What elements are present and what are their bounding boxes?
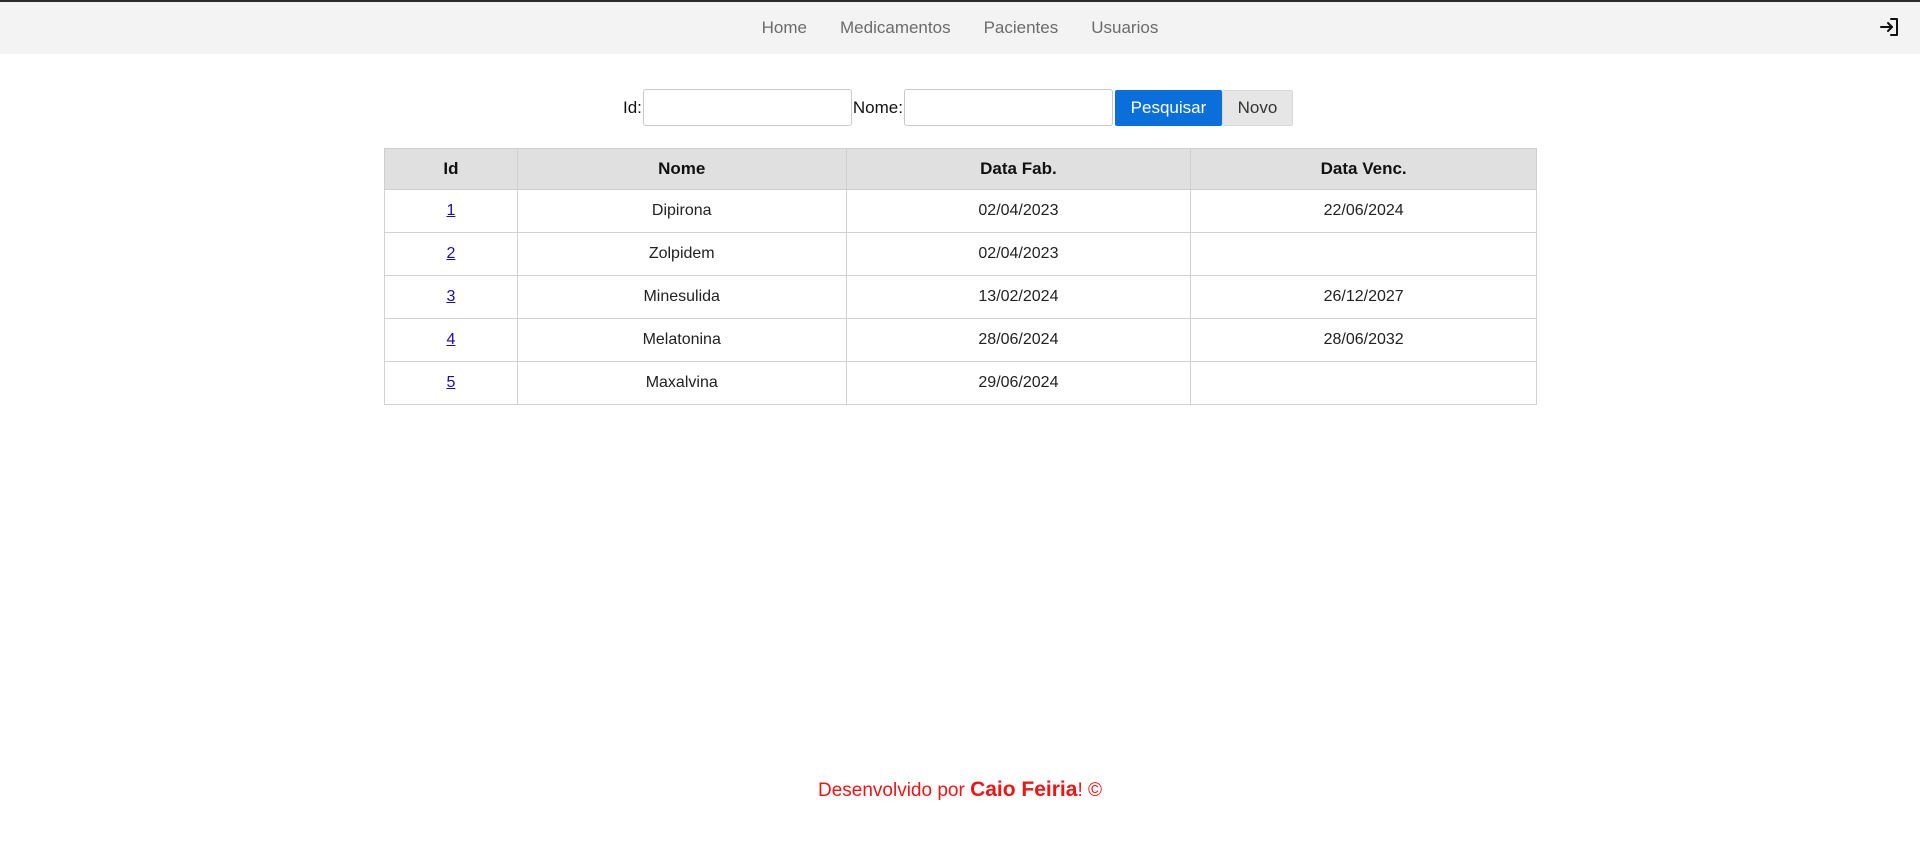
top-navbar: Home Medicamentos Pacientes Usuarios: [0, 0, 1920, 54]
header-data-venc: Data Venc.: [1190, 148, 1537, 190]
header-nome: Nome: [516, 148, 847, 190]
cell-data-venc: 28/06/2032: [1190, 318, 1537, 362]
cell-data-venc: [1190, 361, 1537, 405]
nome-input[interactable]: [903, 89, 1113, 126]
row-id-link[interactable]: 5: [446, 374, 455, 391]
cell-data-fab: 28/06/2024: [845, 318, 1192, 362]
cell-id: 2: [384, 232, 518, 276]
row-id-link[interactable]: 3: [446, 288, 455, 305]
cell-data-venc: 26/12/2027: [1190, 275, 1537, 319]
cell-id: 3: [384, 275, 518, 319]
search-button[interactable]: Pesquisar: [1114, 89, 1222, 126]
nav-pacientes[interactable]: Pacientes: [984, 18, 1059, 38]
cell-data-fab: 13/02/2024: [845, 275, 1192, 319]
header-id: Id: [384, 148, 518, 190]
cell-id: 5: [384, 361, 518, 405]
footer-prefix: Desenvolvido por: [817, 780, 971, 801]
table-row: 1 Dipirona 02/04/2023 22/06/2024: [384, 189, 1537, 233]
new-button[interactable]: Novo: [1221, 89, 1293, 126]
header-data-fab: Data Fab.: [845, 148, 1192, 190]
cell-nome: Dipirona: [516, 189, 847, 233]
cell-id: 1: [384, 189, 518, 233]
medicamentos-table: Id Nome Data Fab. Data Venc. 1 Dipirona …: [384, 148, 1537, 405]
row-id-link[interactable]: 2: [446, 245, 455, 262]
footer-suffix: ! ©: [1077, 780, 1103, 801]
table-row: 4 Melatonina 28/06/2024 28/06/2032: [384, 318, 1537, 362]
nome-label: Nome:: [852, 97, 903, 117]
row-id-link[interactable]: 4: [446, 331, 455, 348]
cell-data-fab: 29/06/2024: [845, 361, 1192, 405]
search-form: Id: Nome: Pesquisar Novo: [0, 89, 1918, 126]
cell-data-fab: 02/04/2023: [845, 232, 1192, 276]
table-row: 3 Minesulida 13/02/2024 26/12/2027: [384, 275, 1537, 319]
cell-nome: Minesulida: [516, 275, 847, 319]
table-header-row: Id Nome Data Fab. Data Venc.: [384, 148, 1537, 190]
id-label: Id:: [623, 97, 642, 117]
cell-nome: Zolpidem: [516, 232, 847, 276]
cell-data-fab: 02/04/2023: [845, 189, 1192, 233]
cell-nome: Maxalvina: [516, 361, 847, 405]
nav-home[interactable]: Home: [762, 18, 807, 38]
cell-data-venc: [1190, 232, 1537, 276]
nav-medicamentos[interactable]: Medicamentos: [840, 18, 951, 38]
nav-usuarios[interactable]: Usuarios: [1091, 18, 1158, 38]
main-nav: Home Medicamentos Pacientes Usuarios: [0, 2, 1920, 54]
table-row: 5 Maxalvina 29/06/2024: [384, 361, 1537, 405]
logout-icon[interactable]: [1878, 15, 1902, 39]
cell-nome: Melatonina: [516, 318, 847, 362]
table-row: 2 Zolpidem 02/04/2023: [384, 232, 1537, 276]
cell-data-venc: 22/06/2024: [1190, 189, 1537, 233]
footer: Desenvolvido por Caio Feiria! ©: [0, 778, 1920, 802]
cell-id: 4: [384, 318, 518, 362]
id-input[interactable]: [642, 89, 852, 126]
row-id-link[interactable]: 1: [446, 202, 455, 219]
footer-author: Caio Feiria: [970, 778, 1078, 801]
